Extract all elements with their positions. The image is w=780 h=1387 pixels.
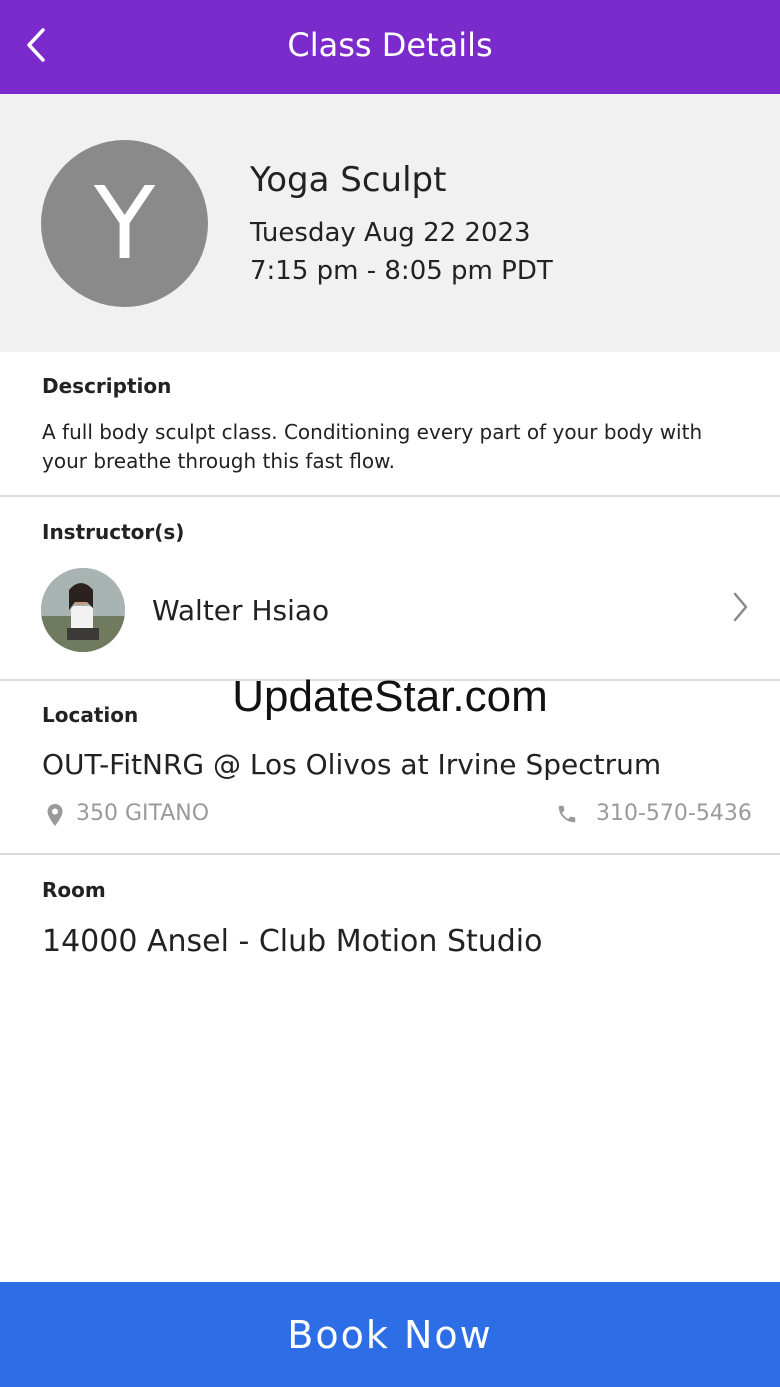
location-name: OUT-FitNRG @ Los Olivos at Irvine Spectr… [42,748,662,781]
description-label: Description [42,374,172,398]
page-title: Class Details [287,26,493,64]
class-avatar: Y [41,140,208,307]
divider [0,853,780,855]
location-phone[interactable]: 310-570-5436 [596,801,752,826]
room-name: 14000 Ansel - Club Motion Studio [42,924,543,959]
chevron-right-icon [733,592,748,622]
instructor-avatar [41,568,125,652]
divider [0,495,780,497]
instructors-label: Instructor(s) [42,520,185,544]
class-summary: Y Yoga Sculpt Tuesday Aug 22 2023 7:15 p… [0,94,780,352]
class-name: Yoga Sculpt [250,160,447,200]
room-label: Room [42,878,106,902]
class-time: 7:15 pm - 8:05 pm PDT [250,256,553,286]
book-now-button[interactable]: Book Now [0,1282,780,1387]
phone-icon [558,805,576,823]
description-text: A full body sculpt class. Conditioning e… [42,420,703,473]
instructor-row[interactable]: Walter Hsiao [0,562,780,662]
map-pin-icon [47,804,63,826]
location-label: Location [42,703,139,727]
app-header: Class Details [0,0,780,94]
class-date: Tuesday Aug 22 2023 [250,218,531,248]
location-address[interactable]: 350 GITANO [76,801,209,826]
instructor-photo-icon [41,568,125,652]
instructor-name: Walter Hsiao [152,594,330,627]
